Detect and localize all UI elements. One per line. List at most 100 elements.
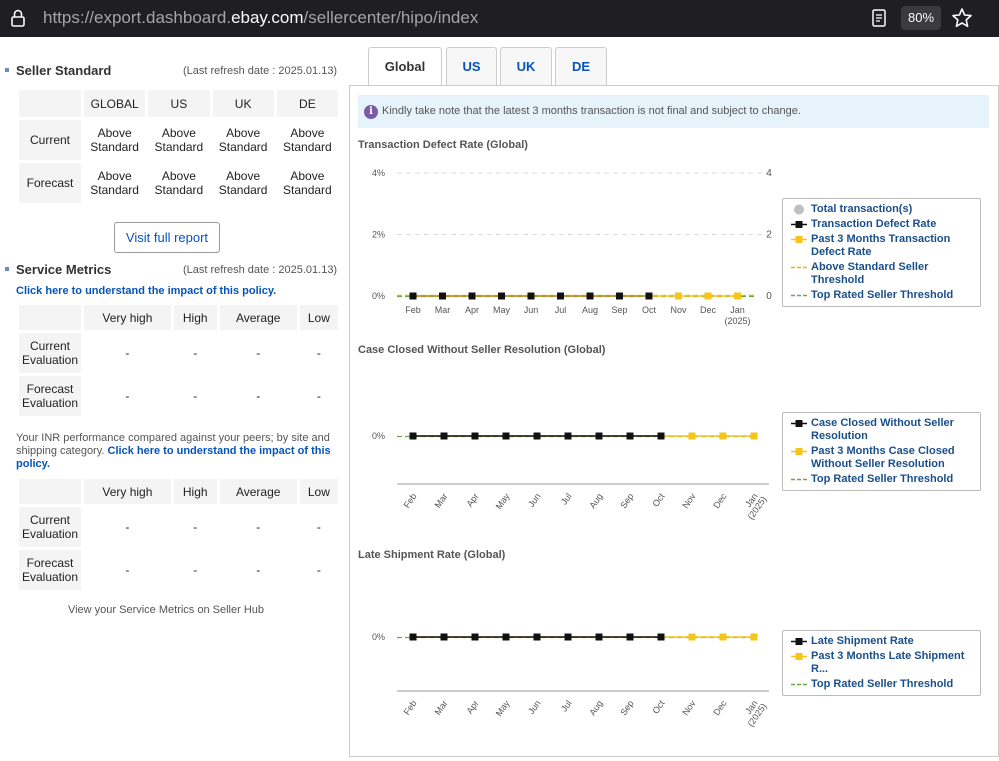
y2-tick-label: 0 bbox=[766, 291, 772, 302]
x-tick-label: Aug bbox=[582, 305, 598, 315]
data-point bbox=[502, 633, 510, 641]
legend-item[interactable]: Transaction Defect Rate bbox=[787, 218, 976, 231]
x-tick-label: Oct bbox=[650, 491, 667, 509]
data-point bbox=[564, 633, 572, 641]
seller-standard-table: GLOBAL US UK DE Current Above Standard A… bbox=[16, 87, 341, 206]
legend-item[interactable]: Past 3 Months Case Closed Without Seller… bbox=[787, 445, 976, 471]
legend-label: Past 3 Months Late Shipment R... bbox=[811, 650, 965, 675]
table-header-row: GLOBAL US UK DE bbox=[19, 90, 338, 117]
status-cell: Above Standard bbox=[84, 120, 146, 160]
legend-item[interactable]: Top Rated Seller Threshold bbox=[787, 289, 976, 302]
status-cell: Above Standard bbox=[276, 163, 338, 203]
data-point bbox=[595, 432, 603, 440]
column-header: US bbox=[148, 90, 210, 117]
legend-item[interactable]: Top Rated Seller Threshold bbox=[787, 473, 976, 486]
tab-de[interactable]: DE bbox=[555, 47, 607, 85]
data-point bbox=[527, 292, 535, 300]
reader-view-icon[interactable] bbox=[869, 8, 889, 28]
metric-cell: - bbox=[84, 376, 171, 416]
chart-title: Transaction Defect Rate (Global) bbox=[358, 139, 528, 151]
table-header-row: Very high High Average Low bbox=[19, 479, 338, 504]
y2-tick-label: 4 bbox=[766, 168, 772, 179]
x-tick-label: Jul bbox=[559, 698, 574, 713]
legend-item[interactable]: Past 3 Months Late Shipment R... bbox=[787, 650, 976, 676]
y-tick-label: 0% bbox=[372, 291, 385, 301]
legend-item[interactable]: Total transaction(s) bbox=[787, 203, 976, 216]
legend-item[interactable]: Top Rated Seller Threshold bbox=[787, 678, 976, 691]
status-cell: Above Standard bbox=[212, 163, 274, 203]
x-tick-label: Jun bbox=[526, 491, 543, 509]
column-header: Low bbox=[299, 479, 338, 504]
status-cell: Above Standard bbox=[276, 120, 338, 160]
column-header: Very high bbox=[84, 479, 171, 504]
tab-us[interactable]: US bbox=[446, 47, 497, 85]
browser-toolbar: https://export.dashboard.ebay.com/seller… bbox=[0, 0, 999, 37]
y2-tick-label: 2 bbox=[766, 230, 772, 241]
tab-global[interactable]: Global bbox=[368, 47, 442, 86]
yellow-square-marker-icon bbox=[791, 653, 807, 660]
seller-hub-footer-link[interactable]: View your Service Metrics on Seller Hub bbox=[16, 604, 316, 616]
policy-impact-link[interactable]: Click here to understand the impact of t… bbox=[16, 285, 276, 297]
legend-item[interactable]: Above Standard Seller Threshold bbox=[787, 261, 976, 287]
address-bar[interactable]: https://export.dashboard.ebay.com/seller… bbox=[43, 8, 478, 28]
column-header: High bbox=[173, 479, 217, 504]
legend-item[interactable]: Late Shipment Rate bbox=[787, 635, 976, 648]
x-tick-label: Mar bbox=[433, 698, 450, 716]
metric-cell: - bbox=[299, 507, 338, 547]
lock-icon[interactable] bbox=[8, 8, 28, 28]
legend-item[interactable]: Case Closed Without Seller Resolution bbox=[787, 417, 976, 443]
black-square-marker-icon bbox=[791, 221, 807, 228]
row-label: Forecast Evaluation bbox=[19, 550, 81, 590]
data-point bbox=[471, 432, 479, 440]
data-point bbox=[471, 633, 479, 641]
circle-marker-icon bbox=[794, 204, 804, 215]
data-point bbox=[595, 633, 603, 641]
data-point bbox=[409, 633, 417, 641]
forecast-point bbox=[719, 432, 727, 440]
column-header: Average bbox=[219, 479, 297, 504]
seller-standard-refresh: (Last refresh date : 2025.01.13) bbox=[183, 65, 338, 77]
x-tick-label: May bbox=[494, 491, 512, 511]
chart-title: Case Closed Without Seller Resolution (G… bbox=[358, 344, 606, 356]
metric-cell: - bbox=[173, 550, 217, 590]
legend-label: Transaction Defect Rate bbox=[811, 218, 937, 230]
metric-cell: - bbox=[84, 550, 171, 590]
legend-item[interactable]: Past 3 Months Transaction Defect Rate bbox=[787, 233, 976, 259]
black-square-marker-icon bbox=[791, 420, 807, 427]
yellow-square-marker-icon bbox=[791, 448, 807, 455]
tab-uk[interactable]: UK bbox=[500, 47, 552, 85]
column-header: Average bbox=[219, 305, 297, 330]
x-tick-label: Nov bbox=[670, 305, 687, 315]
x-tick-label: Apr bbox=[464, 491, 480, 508]
data-point bbox=[440, 432, 448, 440]
metric-cell: - bbox=[84, 333, 171, 373]
table-row: Current Evaluation - - - - bbox=[19, 333, 338, 373]
data-point bbox=[468, 292, 476, 300]
row-label: Current bbox=[19, 120, 81, 160]
seller-standard-title: Seller Standard bbox=[4, 63, 112, 78]
data-point bbox=[409, 432, 417, 440]
metric-cell: - bbox=[173, 333, 217, 373]
data-point bbox=[616, 292, 623, 300]
bookmark-star-icon[interactable] bbox=[950, 6, 974, 30]
column-header: UK bbox=[212, 90, 274, 117]
x-tick-label: Jan bbox=[730, 305, 745, 315]
visit-full-report-button[interactable]: Visit full report bbox=[114, 222, 220, 253]
status-cell: Above Standard bbox=[212, 120, 274, 160]
url-path: /sellercenter/hipo/index bbox=[303, 8, 479, 27]
row-label: Forecast Evaluation bbox=[19, 376, 81, 416]
status-cell: Above Standard bbox=[148, 163, 210, 203]
yellow-dashed-line-icon bbox=[791, 266, 807, 269]
data-point bbox=[645, 292, 653, 300]
data-point bbox=[439, 292, 446, 300]
data-point bbox=[502, 432, 510, 440]
x-tick-label: Nov bbox=[680, 491, 698, 510]
metric-cell: - bbox=[173, 376, 217, 416]
column-header: GLOBAL bbox=[84, 90, 146, 117]
forecast-point bbox=[704, 292, 712, 300]
zoom-level-button[interactable]: 80% bbox=[901, 6, 941, 30]
chart-legend: Late Shipment Rate Past 3 Months Late Sh… bbox=[782, 630, 981, 696]
chart-legend: Case Closed Without Seller Resolution Pa… bbox=[782, 412, 981, 491]
data-point bbox=[626, 633, 634, 641]
forecast-point bbox=[750, 633, 758, 641]
